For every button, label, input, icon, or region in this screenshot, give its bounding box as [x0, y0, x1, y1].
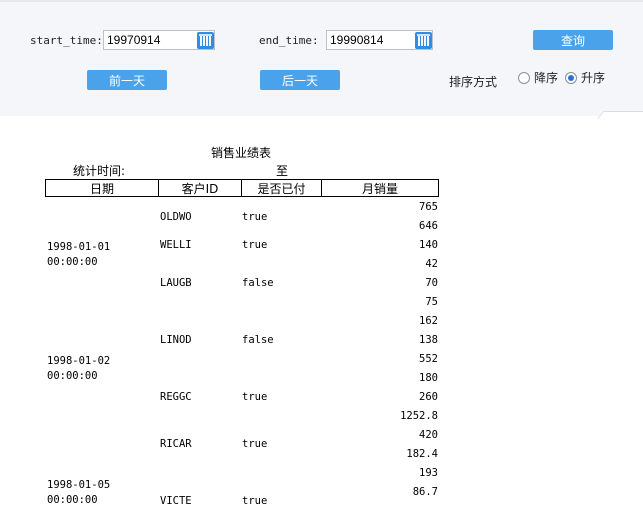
- paid-cell: true: [242, 391, 268, 403]
- column-header-paid: 是否已付: [242, 180, 322, 196]
- paid-cell: true: [242, 239, 268, 251]
- radio-icon[interactable]: [518, 71, 530, 84]
- sales-cell: 138: [419, 334, 438, 346]
- panel-corner-decoration: [597, 111, 643, 119]
- query-button[interactable]: 查询: [533, 30, 613, 50]
- customer-id-cell: LINOD: [160, 334, 192, 346]
- sort-label: 排序方式: [449, 75, 498, 89]
- table-header: 日期 客户ID 是否已付 月销量: [45, 179, 439, 197]
- sales-cell: 260: [419, 391, 438, 403]
- sort-asc-radio[interactable]: 升序: [565, 69, 605, 86]
- customer-id-cell: REGGC: [160, 391, 192, 403]
- sales-cell: 162: [419, 315, 438, 327]
- sales-cell: 86.7: [412, 486, 438, 498]
- start-time-input[interactable]: [104, 33, 196, 47]
- sales-cell: 182.4: [406, 448, 438, 460]
- sales-cell: 552: [419, 353, 438, 365]
- customer-id-cell: OLDWO: [160, 211, 192, 223]
- sales-cell: 75: [425, 296, 438, 308]
- calendar-icon[interactable]: [415, 31, 432, 49]
- sales-cell: 140: [419, 239, 438, 251]
- report-title: 销售业绩表: [211, 146, 272, 160]
- paid-cell: false: [242, 277, 274, 289]
- end-time-field[interactable]: [326, 30, 433, 50]
- next-day-button[interactable]: 后一天: [260, 70, 340, 90]
- customer-id-cell: RICAR: [160, 438, 192, 450]
- column-header-customer: 客户ID: [159, 180, 242, 196]
- date-cell: 1998-01-01: [47, 241, 111, 253]
- paid-cell: true: [242, 438, 268, 450]
- sales-cell: 1252.8: [400, 410, 438, 422]
- paid-cell: true: [242, 495, 268, 507]
- column-header-sales: 月销量: [361, 181, 398, 196]
- end-time-input[interactable]: [327, 33, 414, 47]
- sort-asc-label: 升序: [581, 71, 606, 85]
- sales-cell: 646: [419, 220, 438, 232]
- sales-cell: 70: [425, 277, 438, 289]
- filter-panel: start_time: end_time: 查询 前一天 后一天 排序方式 降序…: [0, 0, 643, 119]
- paid-cell: false: [242, 334, 274, 346]
- end-time-label: end_time:: [259, 34, 319, 47]
- start-time-label: start_time:: [30, 34, 103, 47]
- date-cell: 1998-01-05: [47, 479, 111, 491]
- radio-selected-icon[interactable]: [565, 71, 577, 84]
- time-cell: 00:00:00: [47, 256, 98, 268]
- time-cell: 00:00:00: [47, 494, 98, 506]
- customer-id-cell: WELLI: [160, 239, 192, 251]
- start-time-field[interactable]: [103, 30, 215, 50]
- time-cell: 00:00:00: [47, 370, 98, 382]
- sales-cell: 42: [425, 258, 438, 270]
- sales-cell: 180: [419, 372, 438, 384]
- sort-desc-label: 降序: [534, 71, 559, 85]
- customer-id-cell: VICTE: [160, 495, 192, 507]
- column-header-date: 日期: [46, 180, 159, 196]
- sales-cell: 420: [419, 429, 438, 441]
- sales-cell: 193: [419, 467, 438, 479]
- sales-cell: 765: [419, 201, 438, 213]
- paid-cell: true: [242, 211, 268, 223]
- stat-time-to: 至: [276, 164, 289, 178]
- stat-time-label: 统计时间:: [73, 164, 126, 178]
- prev-day-button[interactable]: 前一天: [87, 70, 167, 90]
- date-cell: 1998-01-02: [47, 355, 111, 367]
- calendar-icon[interactable]: [197, 31, 214, 49]
- customer-id-cell: LAUGB: [160, 277, 192, 289]
- sort-desc-radio[interactable]: 降序: [518, 69, 558, 86]
